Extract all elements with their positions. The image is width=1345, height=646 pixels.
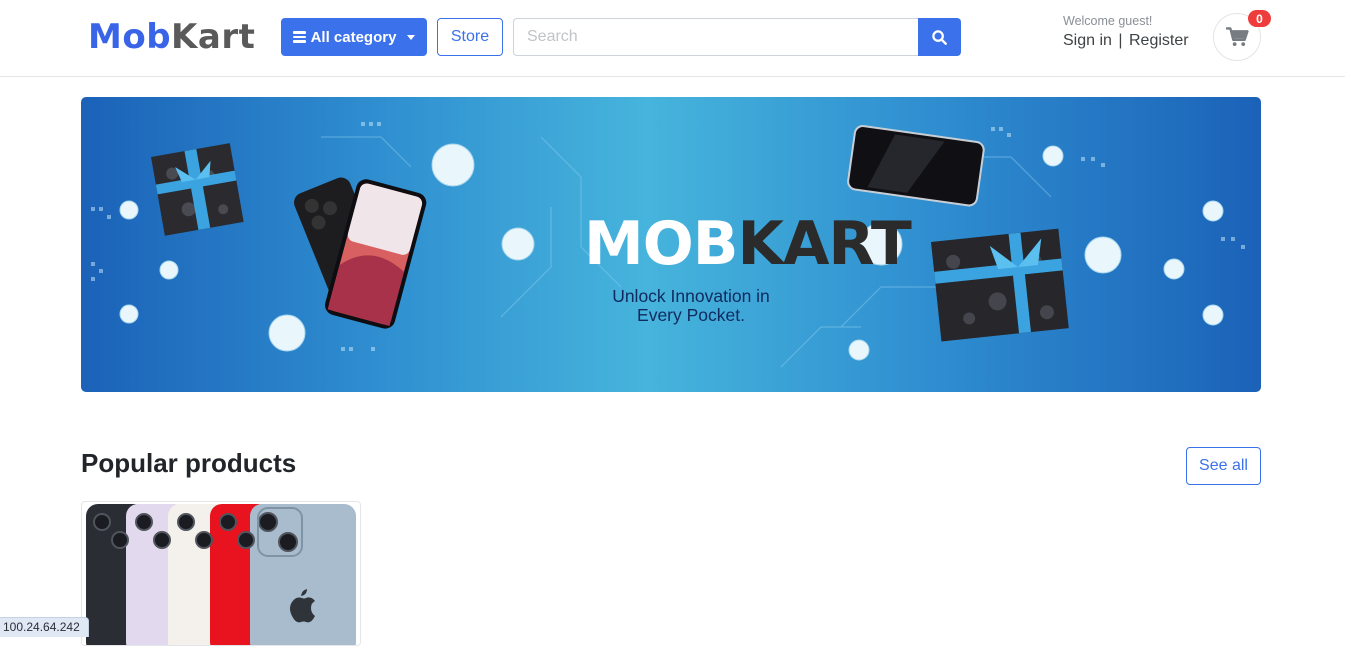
banner-tagline-line2: Every Pocket. [637,305,745,325]
cart-count-badge: 0 [1248,10,1271,27]
banner-tagline: Unlock Innovation in Every Pocket. [586,287,796,325]
auth-separator: | [1118,32,1123,49]
search-input[interactable] [513,18,919,56]
store-button[interactable]: Store [437,18,503,56]
register-link[interactable]: Register [1129,32,1189,49]
logo-kart: Kart [171,17,256,57]
caret-down-icon [407,35,416,40]
bars-icon [292,31,306,43]
logo-mob: Mob [88,17,172,57]
search-button[interactable] [918,18,961,56]
all-category-dropdown-button[interactable]: All category [281,18,427,56]
shopping-cart-icon [1225,27,1249,47]
see-all-button[interactable]: See all [1186,447,1261,485]
banner-title: MOBKART [584,209,912,279]
site-header: MobKart All category Store Welcome guest… [0,0,1345,77]
popular-products-heading: Popular products [81,448,297,478]
hero-banner[interactable]: MOBKART Unlock Innovation in Every Pocke… [81,97,1261,392]
welcome-text: Welcome guest! [1063,14,1153,28]
sign-in-link[interactable]: Sign in [1063,32,1112,49]
banner-title-kart: KART [737,209,911,279]
product-image [82,502,360,645]
site-logo[interactable]: MobKart [88,17,255,57]
banner-title-mob: MOB [584,209,738,279]
product-card[interactable] [81,501,361,646]
auth-links: Sign in | Register [1063,32,1189,50]
search-icon [932,29,947,45]
banner-tagline-line1: Unlock Innovation in [612,286,770,306]
ip-address-status: 100.24.64.242 [0,617,89,637]
all-category-label: All category [310,28,397,46]
